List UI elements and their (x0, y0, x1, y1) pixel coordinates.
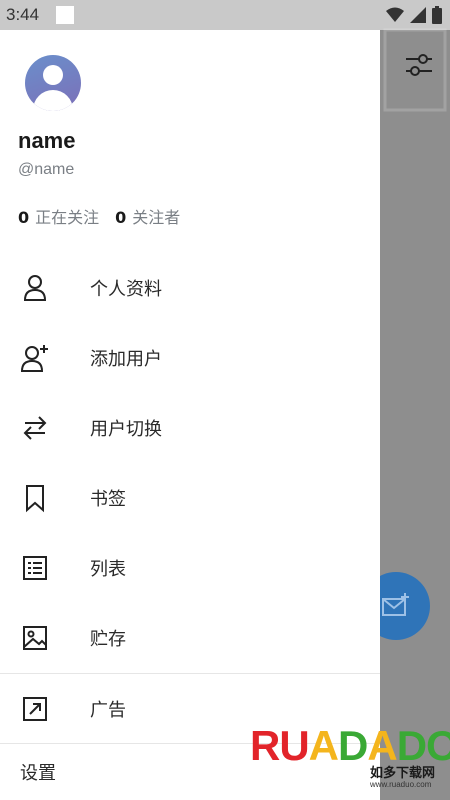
menu-item-add-user[interactable]: 添加用户 (0, 323, 380, 393)
notification-icon (56, 6, 74, 24)
menu-item-bookmarks[interactable]: 书签 (0, 463, 380, 533)
menu-item-lists[interactable]: 列表 (0, 533, 380, 603)
add-user-icon (20, 343, 50, 373)
mail-plus-icon (382, 593, 409, 616)
following-count: 0 (18, 208, 30, 227)
avatar[interactable] (25, 55, 81, 111)
menu-item-storage[interactable]: 贮存 (0, 603, 380, 673)
switch-arrows-icon (20, 413, 50, 443)
menu-item-profile[interactable]: 个人资料 (0, 253, 380, 323)
brand-watermark: RUADADO 如多下载网 www.ruaduo.com (250, 722, 450, 800)
following-stat[interactable]: 0 正在关注 (18, 204, 99, 228)
followers-count: 0 (115, 208, 127, 227)
person-icon (20, 273, 50, 303)
menu-item-label: 个人资料 (90, 279, 162, 300)
following-label: 正在关注 (35, 208, 100, 227)
user-handle: @name (18, 161, 75, 178)
external-link-icon (20, 694, 50, 724)
menu-item-label: 列表 (90, 559, 126, 580)
filter-button[interactable] (402, 48, 436, 82)
followers-stat[interactable]: 0 关注者 (115, 204, 180, 228)
menu-item-switch-user[interactable]: 用户切换 (0, 393, 380, 463)
menu-item-label: 添加用户 (90, 349, 162, 370)
list-icon (20, 553, 50, 583)
brand-tagline: 如多下载网 (370, 766, 436, 781)
bookmark-icon (20, 483, 50, 513)
user-name[interactable]: name (18, 128, 75, 154)
sliders-icon (406, 54, 432, 76)
menu-item-label: 贮存 (90, 629, 126, 650)
navigation-drawer: name @name 0 正在关注 0 关注者 个人资料 添加用户 用户切换 书签 (0, 30, 380, 800)
menu-item-label: 广告 (90, 700, 126, 721)
brand-url: www.ruaduo.com (370, 780, 432, 789)
menu-item-label: 用户切换 (90, 419, 162, 440)
status-time: 3:44 (6, 5, 40, 24)
menu-item-label: 书签 (90, 489, 126, 510)
follow-stats: 0 正在关注 0 关注者 (18, 204, 180, 228)
followers-label: 关注者 (132, 208, 181, 227)
image-icon (20, 623, 50, 653)
menu-item-label: 设置 (20, 763, 56, 784)
